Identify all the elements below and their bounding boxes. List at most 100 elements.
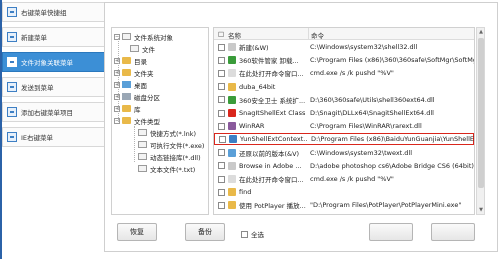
scroll-up-icon[interactable]: ▲ [478,29,484,35]
tree-node[interactable]: 文本文件(*.txt) [138,163,195,174]
backup-button[interactable]: 备份 [185,223,225,241]
row-checkbox[interactable] [219,135,226,143]
list-row[interactable]: SnagItShellExt Class D:\Snagit\DLLx64\Sna… [214,107,474,119]
row-checkbox[interactable] [218,201,225,209]
expand-icon[interactable]: − [114,117,120,124]
row-name: WinRAR [239,122,265,131]
tree-connector [118,38,119,122]
list-scrollbar[interactable]: ▲ ▼ [476,27,485,215]
scroll-down-icon[interactable]: ▼ [478,207,484,213]
header-name[interactable]: 名称 [228,30,241,40]
object-tree[interactable]: − 文件系统对象 文件 + 目录 + 文件夹 + 桌面 + 磁盘分区 + 库 − 文件类型 快捷方式(*.ln… [111,27,209,215]
app-icon [228,201,236,210]
sidebar-item-label: IE右键菜单 [21,134,54,142]
sidebar-item-5[interactable]: IE右键菜单 [2,127,105,147]
row-checkbox[interactable] [218,56,225,64]
tree-node[interactable]: 文件 [130,43,155,54]
expand-icon[interactable]: + [114,81,120,88]
select-all[interactable]: 全选 [241,229,264,239]
sidebar-item-label: 右键菜单快捷组 [21,9,67,17]
scroll-thumb[interactable] [478,38,484,188]
tree-node-label: 可执行文件(*.exe) [150,141,205,150]
tree-node[interactable]: 可执行文件(*.exe) [138,139,204,150]
row-checkbox[interactable] [218,96,225,104]
row-name: 新建(&W) [239,44,269,52]
list-row[interactable]: WinRAR C:\Program Files\WinRAR\rarext.dll [214,120,474,132]
row-checkbox[interactable] [218,162,225,170]
app-icon [228,175,236,183]
row-checkbox[interactable] [218,83,225,91]
file-icon [122,33,131,40]
sidebar-item-1[interactable]: 新建菜单 [2,27,105,47]
expand-icon[interactable]: + [114,105,120,112]
app-icon [228,82,236,91]
tree-node-label: 文件夹 [134,69,154,78]
list-row[interactable]: 在此处打开命令窗口... cmd.exe /s /k pushd "%V" [214,173,474,185]
action-button-1[interactable] [369,223,413,241]
app-icon [228,109,236,117]
app-icon [228,95,236,104]
sidebar-item-4[interactable]: 添加右键菜单项目 [2,102,105,122]
menu-item-list[interactable]: □ 名称 命令 新建(&W) C:\Windows\system32\shell3… [213,27,475,215]
send-icon [7,82,17,92]
list-row[interactable]: 360安全卫士 系统扩... D:\360\360safe\Utils\shell… [214,94,474,106]
action-button-2[interactable] [431,223,475,241]
file-icon [138,153,147,160]
row-command: C:\Program Files\WinRAR\rarext.dll [310,122,422,131]
app-icon [228,161,236,170]
row-checkbox[interactable] [218,43,225,51]
list-row[interactable]: duba_64bit [214,81,474,93]
header-checkbox-col: □ [218,30,225,38]
sidebar-item-3[interactable]: 发送到菜单 [2,77,105,97]
tree-node-label: 文件类型 [134,117,160,126]
new-file-icon [7,32,17,42]
tree-node-label: 库 [134,105,141,114]
row-checkbox[interactable] [218,188,225,196]
tree-node[interactable]: + 文件夹 [114,67,154,78]
row-checkbox[interactable] [218,69,225,77]
expand-icon[interactable]: − [114,33,120,40]
list-row[interactable]: Browse in Adobe ... D:\adobe photoshop cs… [214,160,474,172]
list-row[interactable]: 在此处打开命令窗口... cmd.exe /s /k pushd "%V" [214,67,474,79]
disk-icon [122,93,131,100]
sidebar-item-0[interactable]: 右键菜单快捷组 [2,2,105,22]
tree-node[interactable]: 快捷方式(*.lnk) [138,127,196,138]
tree-node[interactable]: + 磁盘分区 [114,91,160,102]
sidebar-item-2[interactable]: 文件对象关联菜单 [2,52,105,72]
tree-connector [134,126,135,162]
row-checkbox[interactable] [218,122,225,130]
row-command: D:\Snagit\DLLx64\SnagitShellExt64.dll [310,109,434,117]
row-checkbox[interactable] [218,175,225,183]
tree-node[interactable]: − 文件系统对象 [114,31,173,42]
file-icon [138,165,147,172]
tree-node[interactable]: − 文件类型 [114,115,160,126]
select-all-label: 全选 [251,231,264,239]
list-row[interactable]: 新建(&W) C:\Windows\system32\shell32.dll [214,41,474,53]
list-row[interactable]: 还原以前的版本(&V) C:\Windows\system32\twext.dll [214,147,474,159]
list-row[interactable]: 使用 PotPlayer 播放... "D:\Program Files\PotP… [214,199,474,211]
tree-node-label: 快捷方式(*.lnk) [150,129,197,138]
list-row[interactable]: find [214,186,474,198]
sidebar-item-label: 文件对象关联菜单 [21,59,73,67]
expand-icon[interactable]: + [114,93,120,100]
row-checkbox[interactable] [218,149,225,157]
folder-icon [122,69,131,76]
expand-icon[interactable]: + [114,57,120,64]
expand-icon[interactable]: + [114,69,120,76]
tree-node-label: 目录 [134,57,147,66]
tree-node[interactable]: 动态链接库(*.dll) [138,151,201,162]
list-row[interactable]: YunShellExtContext... D:\Program Files (x… [214,133,474,146]
list-icon [7,7,17,17]
desktop-icon [122,81,131,88]
select-all-checkbox[interactable] [241,230,248,238]
row-command: C:\Windows\system32\shell32.dll [310,43,418,51]
restore-button[interactable]: 恢复 [117,223,157,241]
app-icon [228,148,236,157]
row-name: 360安全卫士 系统扩... [239,96,306,105]
sidebar-item-label: 发送到菜单 [21,84,54,92]
list-row[interactable]: 360软件管家 卸载... C:\Program Files (x86)\360\… [214,54,474,66]
header-command[interactable]: 命令 [311,30,324,40]
row-command: C:\Program Files (x86)\360\360safe\SoftM… [310,56,474,65]
row-checkbox[interactable] [218,109,225,117]
row-name: 还原以前的版本(&V) [239,149,300,158]
